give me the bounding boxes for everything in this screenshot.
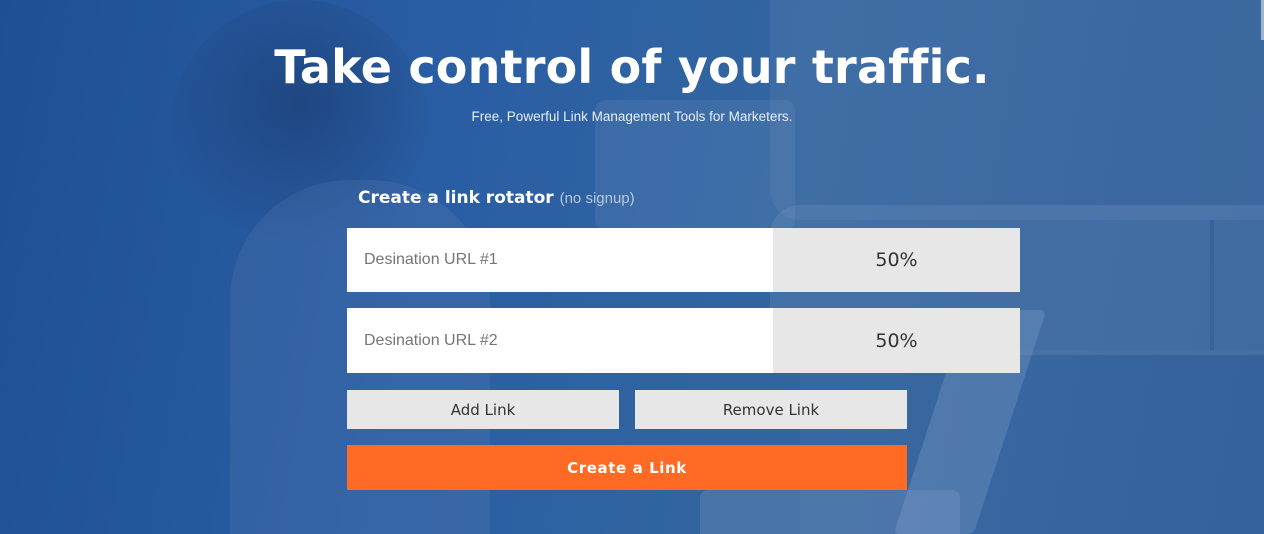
hero-subheadline: Free, Powerful Link Management Tools for… bbox=[471, 109, 793, 124]
url-1-percent-input[interactable] bbox=[773, 228, 1020, 292]
destination-url-1-input[interactable] bbox=[347, 228, 773, 292]
remove-link-button[interactable]: Remove Link bbox=[635, 390, 907, 429]
url-row-1 bbox=[347, 228, 1020, 292]
hero-headline: Take control of your traffic. bbox=[274, 40, 990, 94]
background-laptop-base bbox=[700, 490, 960, 534]
background-couch-seam bbox=[1210, 220, 1214, 350]
destination-url-2-input[interactable] bbox=[347, 308, 773, 373]
url-row-2 bbox=[347, 308, 1020, 373]
add-link-button[interactable]: Add Link bbox=[347, 390, 619, 429]
form-title-note: (no signup) bbox=[559, 190, 635, 207]
create-link-button[interactable]: Create a Link bbox=[347, 445, 907, 490]
hero-section: Take control of your traffic. Free, Powe… bbox=[0, 0, 1264, 534]
url-2-percent-input[interactable] bbox=[773, 308, 1020, 373]
form-title-text: Create a link rotator bbox=[358, 188, 554, 208]
form-title: Create a link rotator (no signup) bbox=[358, 188, 635, 208]
